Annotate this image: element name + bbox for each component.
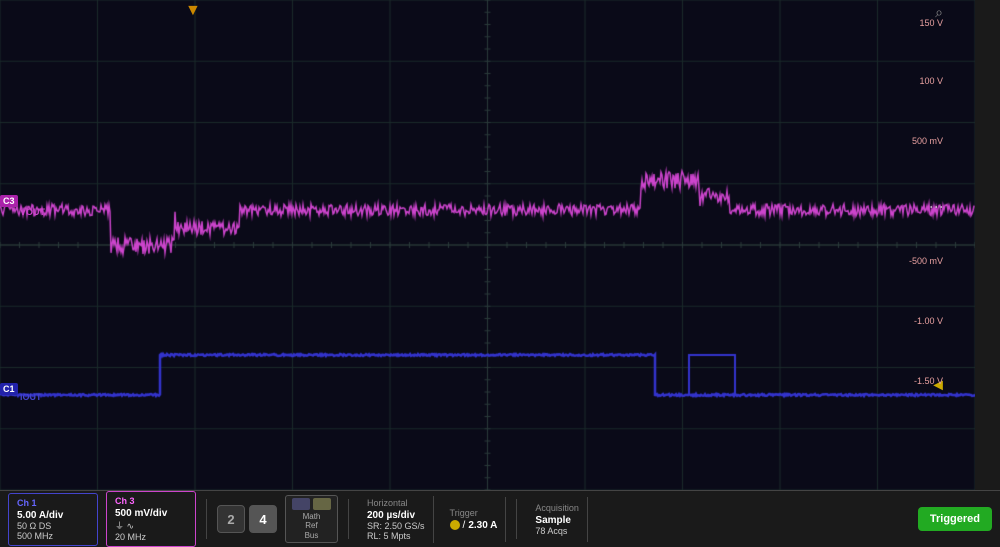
ch1-bandwidth: 500 MHz: [17, 531, 89, 541]
math-ref-bus-panel[interactable]: MathRefBus: [285, 495, 338, 544]
horizontal-sr: SR: 2.50 GS/s: [367, 521, 425, 531]
math-color-indicator: [292, 498, 310, 510]
ref-color-indicator: [313, 498, 331, 510]
bottom-status-bar: Ch 1 5.00 A/div 50 Ω DS 500 MHz Ch 3 500…: [0, 490, 1000, 547]
vout-label: VOUT: [20, 207, 45, 217]
acquisition-section: Acquisition Sample 78 Acqs: [527, 497, 588, 542]
divider-2: [348, 499, 349, 539]
y-label-neg100v: -1.00 V: [914, 316, 943, 326]
ch1-impedance: 50 Ω DS: [17, 521, 89, 531]
divider-1: [206, 499, 207, 539]
horizontal-time-div: 200 µs/div: [367, 510, 425, 521]
top-cursor-marker: ▼: [185, 2, 201, 20]
trigger-slope: /: [463, 520, 466, 531]
acquisition-count: 78 Acqs: [535, 526, 579, 536]
oscilloscope-screen: C3 C1 VOUT IOUT ▼ ⌕ ⋮ ◄ 150 V 100 V 500 …: [0, 0, 975, 490]
channel-select-buttons: 2 4: [217, 505, 277, 533]
ch3-vdiv: 500 mV/div: [115, 508, 187, 519]
y-label-150v: 150 V: [919, 18, 943, 28]
button-4[interactable]: 4: [249, 505, 277, 533]
horizontal-rl: RL: 5 Mpts: [367, 531, 425, 541]
acquisition-title: Acquisition: [535, 503, 579, 513]
iout-label: IOUT: [20, 392, 42, 402]
y-label-500mv: 500 mV: [912, 136, 943, 146]
math-ref-bus-label: MathRefBus: [303, 512, 321, 541]
trigger-section: Trigger / 2.30 A: [442, 497, 507, 542]
horizontal-title: Horizontal: [367, 498, 425, 508]
y-label-neg500mv: -500 mV: [909, 256, 943, 266]
acquisition-mode: Sample: [535, 515, 579, 526]
ch1-info-panel: Ch 1 5.00 A/div 50 Ω DS 500 MHz: [8, 493, 98, 546]
trigger-title: Trigger: [450, 508, 498, 518]
ch3-label: Ch 3: [115, 496, 187, 506]
button-2[interactable]: 2: [217, 505, 245, 533]
triggered-status-button[interactable]: Triggered: [918, 507, 992, 531]
ch3-info-panel: Ch 3 500 mV/div ⏚ ∿ 20 MHz: [106, 491, 196, 547]
y-label-neg150v: -1.50 V: [914, 376, 943, 386]
oscilloscope-display: C3 C1 VOUT IOUT ▼ ⌕ ⋮ ◄ 150 V 100 V 500 …: [0, 0, 1000, 547]
ch3-marker: C3: [0, 195, 18, 207]
ch1-label: Ch 1: [17, 498, 89, 508]
trigger-ch-indicator: [450, 520, 460, 530]
divider-3: [516, 499, 517, 539]
horizontal-section: Horizontal 200 µs/div SR: 2.50 GS/s RL: …: [359, 496, 434, 543]
trigger-level: 2.30 A: [468, 520, 497, 531]
right-sidebar: [975, 0, 1000, 490]
dots-menu[interactable]: ⋮: [929, 200, 945, 216]
grid-canvas: [0, 0, 975, 490]
ch3-coupling: ⏚ ∿: [115, 519, 187, 532]
y-label-100v: 100 V: [919, 76, 943, 86]
ch1-marker: C1: [0, 383, 18, 395]
ch3-bandwidth: 20 MHz: [115, 532, 187, 542]
ch1-vdiv: 5.00 A/div: [17, 510, 89, 521]
